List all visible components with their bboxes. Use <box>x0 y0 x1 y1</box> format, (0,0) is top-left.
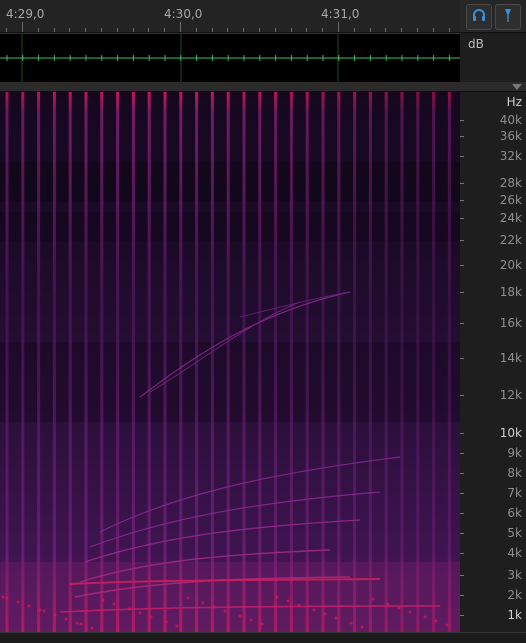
ruler-tick <box>22 22 23 32</box>
spectrogram-canvas <box>0 92 460 632</box>
hz-tick <box>460 533 464 534</box>
ruler-tick <box>196 28 197 32</box>
ruler-tick <box>212 28 213 32</box>
hz-label: 28k <box>499 176 522 190</box>
ruler-tick <box>259 28 260 32</box>
hz-tick <box>460 433 464 434</box>
ruler-tick <box>370 28 371 32</box>
hz-label: 12k <box>499 388 522 402</box>
hz-tick <box>460 136 464 137</box>
hz-tick <box>460 218 464 219</box>
hz-label: 1k <box>507 608 522 622</box>
headphones-icon <box>471 7 487 27</box>
hz-tick <box>460 120 464 121</box>
hz-tick <box>460 513 464 514</box>
hz-label: 3k <box>507 568 522 582</box>
hz-label: 10k <box>499 426 522 440</box>
hz-unit-label: Hz <box>506 95 522 109</box>
hz-label: 36k <box>499 129 522 143</box>
hz-label: 22k <box>499 233 522 247</box>
hz-tick <box>460 200 464 201</box>
hz-tick <box>460 493 464 494</box>
hz-tick <box>460 473 464 474</box>
hz-tick <box>460 395 464 396</box>
ruler-tick <box>54 28 55 32</box>
hz-label: 16k <box>499 316 522 330</box>
hz-label: 8k <box>507 466 522 480</box>
ruler-tick <box>243 28 244 32</box>
hz-label: 7k <box>507 486 522 500</box>
hz-label: 18k <box>499 285 522 299</box>
hz-label: 2k <box>507 588 522 602</box>
ruler-tick <box>164 28 165 32</box>
hz-tick <box>460 575 464 576</box>
hz-label: 9k <box>507 446 522 460</box>
headphones-button[interactable] <box>466 4 492 30</box>
ruler-tick <box>117 28 118 32</box>
hz-tick <box>460 323 464 324</box>
hz-tick <box>460 292 464 293</box>
panel-divider[interactable] <box>0 82 526 92</box>
hz-label: 32k <box>499 149 522 163</box>
ruler-tick <box>38 28 39 32</box>
ruler-tick <box>338 22 339 32</box>
ruler-tick <box>433 28 434 32</box>
ruler-tick <box>101 28 102 32</box>
hz-label: 20k <box>499 258 522 272</box>
hz-label: 5k <box>507 526 522 540</box>
collapse-icon <box>512 84 522 90</box>
ruler-tick <box>148 28 149 32</box>
hz-label: 26k <box>499 193 522 207</box>
ruler-tick <box>85 28 86 32</box>
ruler-tick <box>449 28 450 32</box>
ruler-tick <box>291 28 292 32</box>
time-label: 4:30,0 <box>164 7 203 21</box>
hz-tick <box>460 156 464 157</box>
hz-tick <box>460 595 464 596</box>
status-strip <box>0 632 526 643</box>
hz-tick <box>460 358 464 359</box>
hz-tick <box>460 183 464 184</box>
ruler-tick <box>417 28 418 32</box>
hz-tick <box>460 553 464 554</box>
db-scale: dB <box>460 33 526 81</box>
frequency-scale: Hz 40k 36k 32k 28k 26k 24k 22k 20k 18k 16k 14k 12k 1… <box>460 92 526 632</box>
timeline-ruler[interactable]: 4:29,0 4:30,0 4:31,0 <box>0 0 460 33</box>
spectrogram-view[interactable] <box>0 92 460 632</box>
ruler-tick <box>322 28 323 32</box>
hz-tick <box>460 265 464 266</box>
hz-tick <box>460 615 464 616</box>
time-label: 4:31,0 <box>321 7 360 21</box>
ruler-tick <box>275 28 276 32</box>
hz-label: 40k <box>499 113 522 127</box>
ruler-toolbar <box>460 0 526 33</box>
hz-label: 24k <box>499 211 522 225</box>
ruler-tick <box>133 28 134 32</box>
hz-label: 6k <box>507 506 522 520</box>
ruler-tick <box>306 28 307 32</box>
waveform-panel[interactable] <box>0 33 460 83</box>
db-label: dB <box>468 37 484 51</box>
hz-label: 4k <box>507 546 522 560</box>
ruler-tick <box>6 28 7 32</box>
hz-tick <box>460 240 464 241</box>
ruler-tick <box>69 28 70 32</box>
waveform-line <box>0 34 460 82</box>
ruler-tick <box>401 28 402 32</box>
marker-button[interactable] <box>495 4 521 30</box>
ruler-tick <box>180 22 181 32</box>
hz-tick <box>460 453 464 454</box>
marker-pin-icon <box>500 7 516 27</box>
ruler-tick <box>227 28 228 32</box>
ruler-tick <box>385 28 386 32</box>
hz-label: 14k <box>499 351 522 365</box>
time-label: 4:29,0 <box>6 7 45 21</box>
ruler-tick <box>354 28 355 32</box>
